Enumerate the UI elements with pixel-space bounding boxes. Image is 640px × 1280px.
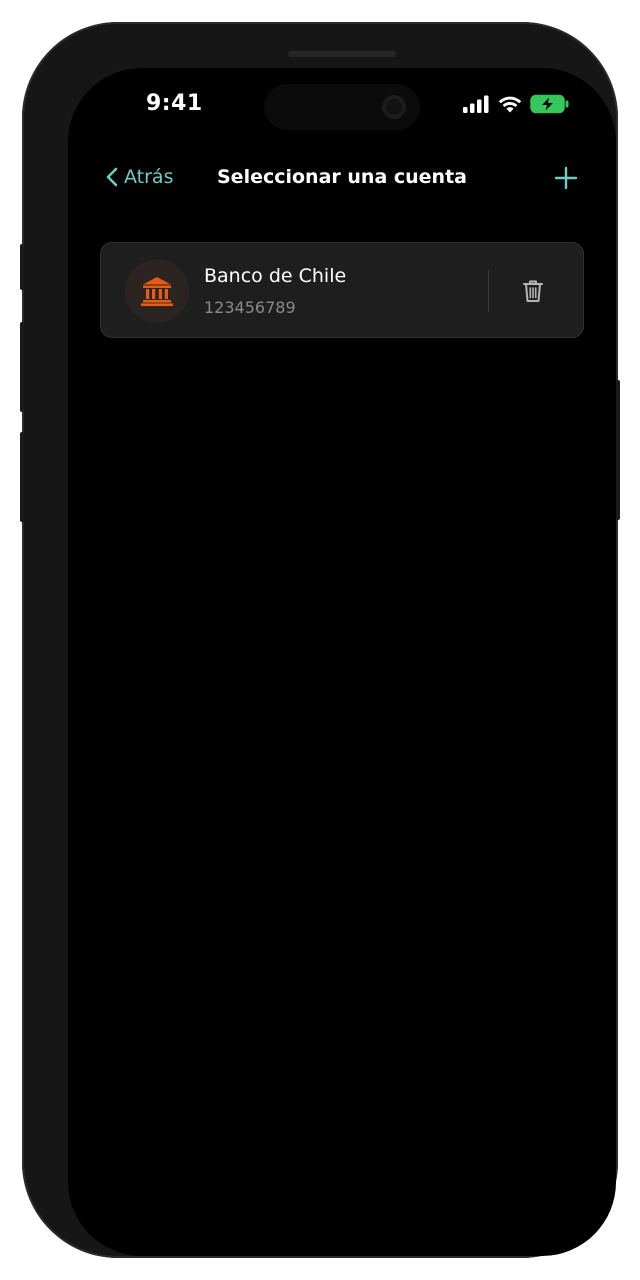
screen: 9:41 Atrás Seleccionar una cuenta Banco … <box>68 68 616 1256</box>
account-list-item[interactable]: Banco de Chile 123456789 <box>100 242 584 338</box>
front-camera <box>382 95 406 119</box>
divider <box>488 270 489 312</box>
cellular-signal-icon <box>463 95 489 113</box>
bank-icon <box>141 277 173 306</box>
wifi-icon <box>498 96 522 113</box>
volume-up-button <box>20 322 24 412</box>
action-button <box>20 244 24 290</box>
navigation-bar: Atrás Seleccionar una cuenta <box>68 158 616 202</box>
add-account-button[interactable] <box>552 164 580 192</box>
account-number: 123456789 <box>204 298 296 317</box>
earpiece-speaker <box>288 51 396 57</box>
battery-charging-icon <box>530 94 569 114</box>
trash-icon <box>523 280 543 302</box>
plus-icon <box>554 166 578 190</box>
volume-down-button <box>20 432 24 522</box>
status-icons <box>462 94 570 114</box>
dynamic-island <box>264 84 420 130</box>
delete-account-button[interactable] <box>519 277 547 305</box>
account-bank-name: Banco de Chile <box>204 265 347 287</box>
status-time: 9:41 <box>146 91 203 116</box>
bank-avatar <box>125 259 189 323</box>
power-button <box>616 380 620 520</box>
page-title: Seleccionar una cuenta <box>217 166 467 188</box>
phone-frame: 9:41 Atrás Seleccionar una cuenta Banco … <box>22 22 618 1258</box>
